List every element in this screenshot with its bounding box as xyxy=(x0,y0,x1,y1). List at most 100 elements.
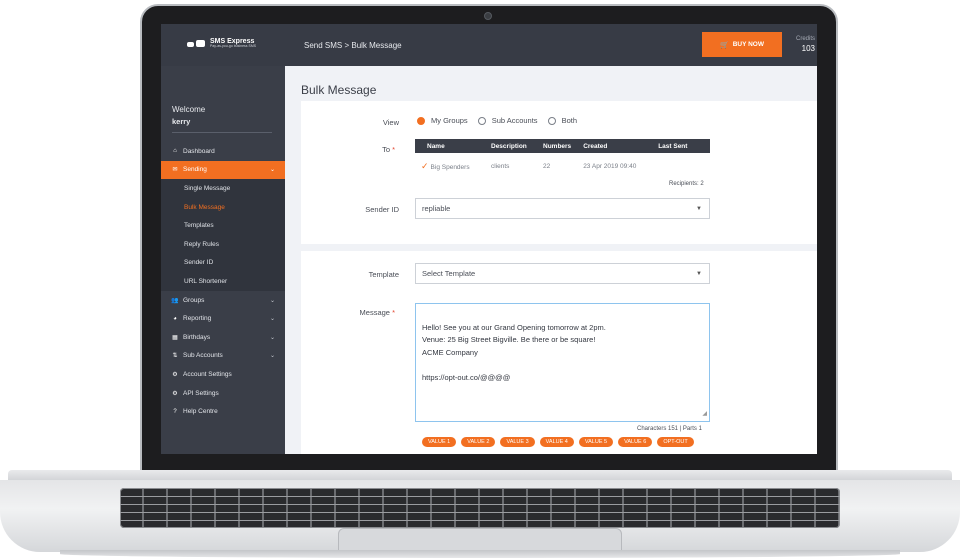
sidebar-subitem-sender-id[interactable]: Sender ID xyxy=(161,253,285,273)
tag-opt-out[interactable]: OPT-OUT xyxy=(657,437,694,447)
checkmark-icon: ✓ xyxy=(421,160,429,171)
merge-tags: VALUE 1 VALUE 2 VALUE 3 VALUE 4 VALUE 5 … xyxy=(422,437,694,447)
sidebar-item-reporting[interactable]: ◕ Reporting ⌄ xyxy=(161,309,285,328)
sub-accounts-icon: ⇅ xyxy=(172,353,178,360)
home-icon: ⌂ xyxy=(173,148,177,155)
screen: SMS Express Pay-as-you-go business SMS S… xyxy=(161,24,817,454)
sidebar-item-label: Sub Accounts xyxy=(183,352,223,360)
chevron-down-icon: ⌄ xyxy=(269,297,275,304)
api-icon: ⚙ xyxy=(172,390,178,397)
logo-tagline: Pay-as-you-go business SMS xyxy=(210,44,257,48)
tag-value-5[interactable]: VALUE 5 xyxy=(578,437,614,447)
table-row[interactable]: ✓ Big Spenders clients 22 23 Apr 2019 09:… xyxy=(415,153,710,179)
sidebar-item-sub-accounts[interactable]: ⇅ Sub Accounts ⌄ xyxy=(161,347,285,366)
tag-value-4[interactable]: VALUE 4 xyxy=(539,437,574,447)
radio-label: My Groups xyxy=(431,116,468,125)
chevron-down-icon: ⌄ xyxy=(269,167,275,174)
radio-dot xyxy=(417,116,425,125)
resize-handle-icon[interactable]: ◢ xyxy=(702,408,707,421)
cogs-icon: ⚙ xyxy=(172,371,178,378)
tag-value-6[interactable]: VALUE 6 xyxy=(618,437,653,447)
sidebar-nav: ⌂ Dashboard ✉ Sending ⌄ Single Message B… xyxy=(161,142,285,421)
sidebar-subitem-templates[interactable]: Templates xyxy=(161,216,285,235)
chevron-down-icon: ⌄ xyxy=(269,334,275,341)
sidebar-item-dashboard[interactable]: ⌂ Dashboard xyxy=(161,142,285,161)
buy-now-label: BUY NOW xyxy=(732,41,765,48)
radio-label: Sub Accounts xyxy=(491,116,538,125)
sidebar-item-label: API Settings xyxy=(183,389,219,397)
pie-chart-icon: ◕ xyxy=(173,315,177,322)
table-cell: 23 Apr 2019 09:40 xyxy=(583,162,637,170)
cart-icon: 🛒 xyxy=(719,41,729,49)
users-icon: 👥 xyxy=(171,297,179,304)
template-label: Template xyxy=(368,270,399,279)
keyboard xyxy=(120,488,840,528)
tag-value-2[interactable]: VALUE 2 xyxy=(461,437,496,447)
column-header[interactable]: Description xyxy=(485,139,537,153)
sidebar-item-account-settings[interactable]: ⚙ Account Settings xyxy=(161,365,285,384)
radio-sub-accounts[interactable]: Sub Accounts xyxy=(477,116,538,125)
sidebar-item-label: Sending xyxy=(183,166,207,174)
sidebar-item-label: Account Settings xyxy=(183,370,232,378)
sidebar: Welcome kerry ⌂ Dashboard ✉ Sending ⌄ Si… xyxy=(161,66,285,454)
sidebar-subitem-url-shortener[interactable]: URL Shortener xyxy=(161,272,285,291)
sidebar-subitem-bulk-message[interactable]: Bulk Message xyxy=(161,197,285,217)
tag-value-3[interactable]: VALUE 3 xyxy=(500,437,535,447)
welcome-user: kerry xyxy=(172,117,191,126)
tag-value-1[interactable]: VALUE 1 xyxy=(422,437,457,447)
sidebar-item-api-settings[interactable]: ⚙ API Settings xyxy=(161,384,285,403)
sidebar-item-help-centre[interactable]: ? Help Centre xyxy=(161,402,285,421)
credits-label: Credits xyxy=(795,36,815,42)
caret-down-icon: ▼ xyxy=(696,270,702,277)
radio-dot xyxy=(477,116,486,125)
column-header[interactable]: Numbers xyxy=(537,139,578,153)
welcome: Welcome kerry xyxy=(172,105,205,126)
laptop-foot xyxy=(60,550,900,558)
radio-label: Both xyxy=(561,116,577,125)
welcome-label: Welcome xyxy=(172,105,206,114)
radio-both[interactable]: Both xyxy=(547,116,577,125)
table-cell: clients xyxy=(491,162,510,170)
logo-icon xyxy=(187,39,207,47)
credits-value: 103 xyxy=(801,44,815,53)
keyboard-deck xyxy=(0,480,960,552)
column-header[interactable]: Created xyxy=(577,139,653,153)
laptop-base xyxy=(0,470,960,560)
sender-id-select[interactable]: repliable ▼ xyxy=(415,198,710,219)
credits: Credits 103 xyxy=(796,36,815,53)
caret-down-icon: ▼ xyxy=(696,205,702,212)
sidebar-item-label: Help Centre xyxy=(183,408,218,416)
page-title: Bulk Message xyxy=(301,83,377,97)
column-header[interactable]: Name xyxy=(415,139,485,153)
divider xyxy=(172,132,272,133)
radio-my-groups[interactable]: My Groups xyxy=(417,116,468,125)
table-cell xyxy=(652,153,710,179)
logo[interactable]: SMS Express Pay-as-you-go business SMS xyxy=(187,38,256,49)
character-count: Characters 151 | Parts 1 xyxy=(637,426,702,432)
breadcrumb: Send SMS > Bulk Message xyxy=(304,41,402,50)
sidebar-item-label: Groups xyxy=(183,296,205,304)
help-icon: ? xyxy=(173,408,177,415)
sidebar-item-groups[interactable]: 👥 Groups ⌄ xyxy=(161,291,285,310)
column-header[interactable]: Last Sent xyxy=(652,139,710,153)
chevron-down-icon: ⌄ xyxy=(269,353,275,360)
sender-id-label: Sender ID xyxy=(365,205,399,214)
sidebar-subitem-single-message[interactable]: Single Message xyxy=(161,179,285,198)
view-radio-group: My Groups Sub Accounts Both xyxy=(417,116,577,125)
template-select[interactable]: Select Template ▼ xyxy=(415,263,710,284)
groups-table: Name Description Numbers Created Last Se… xyxy=(415,139,710,179)
recipients-card: View My Groups Sub Accounts Both To * Na… xyxy=(301,101,817,244)
envelope-icon: ✉ xyxy=(172,167,178,174)
top-bar: SMS Express Pay-as-you-go business SMS S… xyxy=(161,24,817,66)
message-textarea[interactable]: Hello! See you at our Grand Opening tomo… xyxy=(415,303,710,422)
chevron-down-icon: ⌄ xyxy=(269,316,275,323)
sidebar-item-sending[interactable]: ✉ Sending ⌄ xyxy=(161,160,285,180)
sidebar-subitem-reply-rules[interactable]: Reply Rules xyxy=(161,234,285,254)
sidebar-item-label: Reporting xyxy=(183,315,212,323)
message-label: Message * xyxy=(359,308,395,317)
buy-now-button[interactable]: 🛒 BUY NOW xyxy=(702,32,782,57)
sidebar-item-label: Birthdays xyxy=(183,333,211,341)
sidebar-item-label: Dashboard xyxy=(183,147,215,155)
radio-dot xyxy=(547,116,556,125)
sidebar-item-birthdays[interactable]: ▦ Birthdays ⌄ xyxy=(161,328,285,347)
